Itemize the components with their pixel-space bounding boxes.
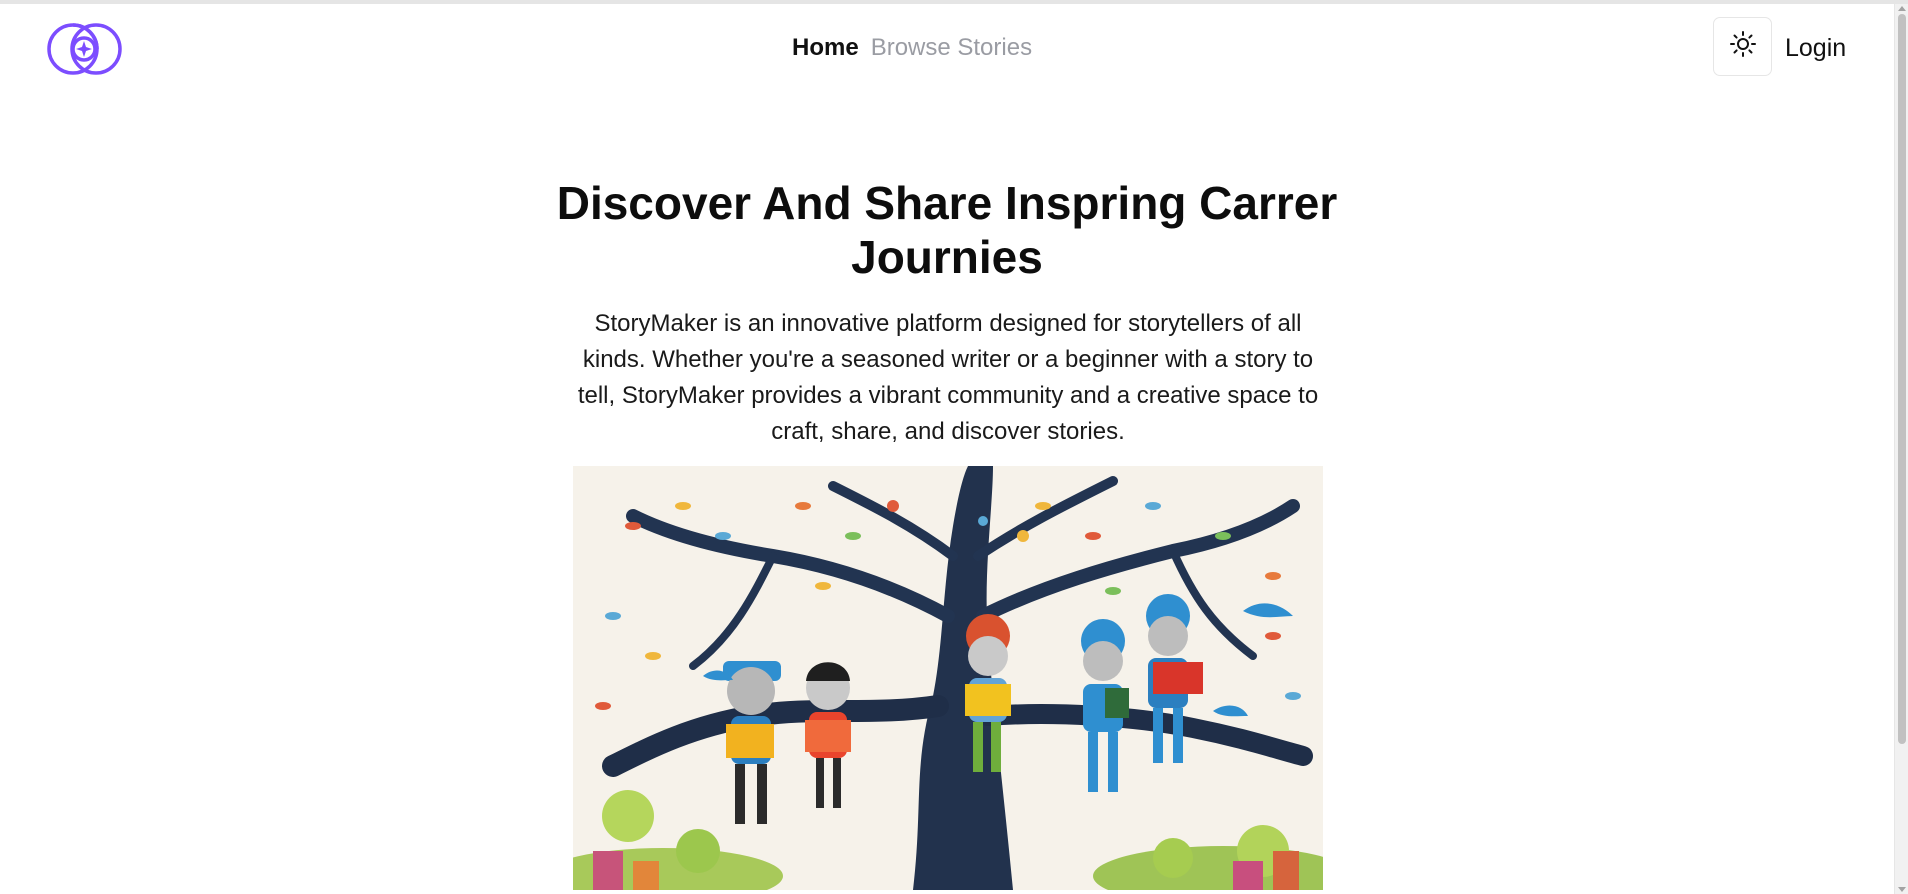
hero-title: Discover And Share Inspring Carrer Journ…	[556, 177, 1338, 283]
brand-logo-icon[interactable]	[46, 19, 124, 79]
site-header: Home Browse Stories Login	[0, 4, 1894, 90]
nav-link-browse-stories[interactable]: Browse Stories	[871, 34, 1032, 62]
hero-description: StoryMaker is an innovative platform des…	[577, 310, 1319, 445]
vertical-scrollbar[interactable]	[1894, 4, 1908, 894]
scroll-down-icon[interactable]	[1898, 887, 1906, 892]
main-nav: Home Browse Stories	[792, 34, 1032, 62]
scroll-up-icon[interactable]	[1898, 6, 1906, 11]
scrollbar-thumb[interactable]	[1898, 14, 1906, 744]
sun-icon	[1729, 30, 1757, 63]
nav-link-home[interactable]: Home	[792, 34, 859, 62]
theme-toggle-button[interactable]	[1713, 17, 1772, 76]
login-link[interactable]: Login	[1785, 34, 1846, 62]
hero-illustration	[573, 466, 1323, 890]
